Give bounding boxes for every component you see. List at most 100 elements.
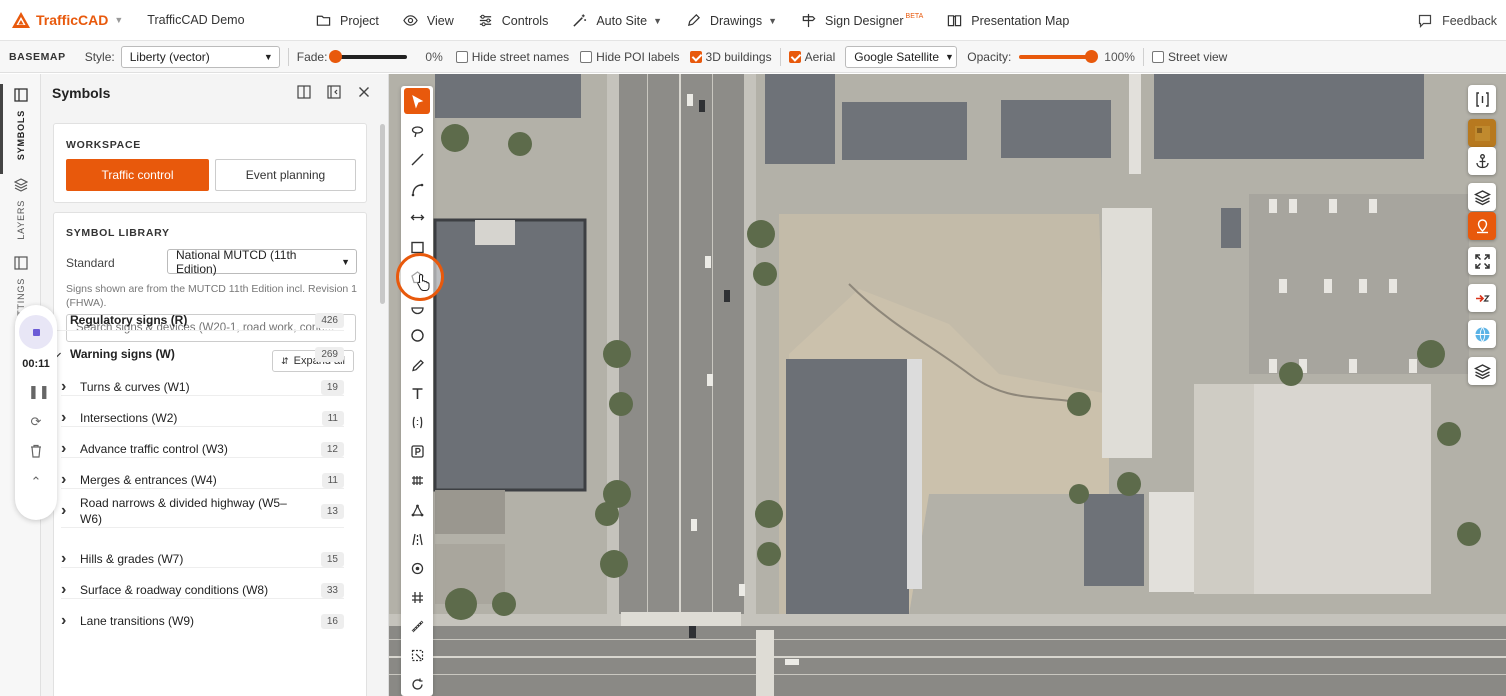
cursor-highlight [396,253,444,301]
lane-tool[interactable] [404,526,430,552]
basemap-thumbnail-button[interactable] [1468,119,1496,147]
rail-tab-layers[interactable]: LAYERS [0,178,41,240]
street-view-checkbox[interactable]: Street view [1151,50,1227,64]
trash-icon[interactable] [28,444,44,460]
opacity-slider[interactable] [1019,49,1099,63]
restart-icon[interactable]: ⟳ [28,414,44,430]
anchor-button[interactable] [1468,147,1496,175]
curve-tool[interactable] [404,176,430,202]
subcategory-row[interactable]: › Merges & entrances (W4) 11 [61,471,344,489]
checkbox-label: Hide street names [471,49,570,64]
project-name: TrafficCAD Demo [147,13,245,27]
select-icon [411,94,423,109]
workspace-traffic-control[interactable]: Traffic control [66,159,209,191]
crosswalk-tool[interactable] [404,467,430,493]
node-tool[interactable] [404,497,430,523]
checkbox-label: Hide POI labels [596,49,680,64]
chevron-down-icon: ▼ [263,51,273,62]
hash-tool[interactable] [404,584,430,610]
fit-bounds-button[interactable] [1468,85,1496,113]
fullscreen-button[interactable] [1468,247,1496,275]
chevron-right-icon: › [61,502,67,519]
aerial-checkbox[interactable]: Aerial [788,50,835,64]
library-note: Signs shown are from the MUTCD 11th Edit… [66,283,358,309]
globe-button[interactable] [1468,320,1496,348]
close-icon[interactable] [357,85,371,99]
dimension-tool[interactable] [404,204,430,230]
category-label: Hills & grades (W7) [80,552,184,566]
menu-drawings[interactable]: Drawings ▼ [686,13,777,28]
menu-label: Drawings [709,13,763,28]
style-select[interactable]: Liberty (vector) ▼ [120,45,280,68]
subcategory-row[interactable]: › Intersections (W2) 11 [61,409,344,427]
aerial-source-select[interactable]: Google Satellite ▼ [845,45,958,68]
menu-controls[interactable]: Controls [478,13,548,28]
3d-buildings-checkbox[interactable]: 3D buildings [689,50,772,64]
hide-poi-labels-checkbox[interactable]: Hide POI labels [580,49,680,64]
ruler-tool[interactable] [404,613,430,639]
line-tool[interactable] [404,146,430,172]
subcategory-row[interactable]: › Turns & curves (W1) 19 [61,378,344,396]
layers-button[interactable] [1468,183,1496,211]
main-menu: Project View Controls Auto Site ▼ Drawin… [316,0,1093,41]
area-select-tool[interactable] [404,642,430,668]
workspace-event-planning[interactable]: Event planning [215,159,356,191]
text-tool[interactable] [404,380,430,406]
parking-tool[interactable] [404,438,430,464]
brand-switcher[interactable]: TrafficCAD ▼ [11,0,123,41]
subcategory-row[interactable]: › Advance traffic control (W3) 12 [61,440,344,458]
menu-presentation-map[interactable]: Presentation Map [947,13,1069,28]
chevron-right-icon: › [61,471,67,488]
chevron-up-icon[interactable]: ⌃ [28,474,44,490]
target-tool[interactable] [404,555,430,581]
arrow-z-icon [1475,294,1490,302]
category-row[interactable]: ›Regulatory signs (R)426 [51,311,344,329]
area-select-icon [411,649,423,661]
aerial-source-value: Google Satellite [854,49,939,64]
category-row[interactable]: ⌵Warning signs (W)269 [51,346,344,362]
category-label: Lane transitions (W9) [80,614,195,628]
split-view-icon[interactable] [297,85,311,99]
map-canvas[interactable] [389,74,1506,696]
fade-slider-handle[interactable] [329,49,343,63]
pencil-tool[interactable] [404,352,430,378]
panel-scrollbar[interactable] [380,124,385,304]
checkbox-box[interactable] [455,50,468,63]
menu-view[interactable]: View [403,13,454,28]
checkbox-box[interactable] [788,50,801,63]
count-badge: 15 [320,551,344,567]
menu-sign-designer[interactable]: Sign Designer BETA [801,13,923,28]
standard-select[interactable]: National MUTCD (11th Edition) ▼ [167,248,357,276]
stop-recording-button[interactable] [19,315,53,349]
location-pin-button[interactable] [1468,212,1496,240]
wand-icon [573,14,587,27]
subcategory-row[interactable]: › Hills & grades (W7) 15 [61,550,344,568]
crosswalk-icon [411,475,423,485]
select-tool[interactable] [404,88,430,114]
brand-name: TrafficCAD [36,12,109,28]
layer-stack-button[interactable] [1468,357,1496,385]
lasso-tool[interactable] [404,118,430,144]
hide-street-names-checkbox[interactable]: Hide street names [455,49,570,64]
circle-icon [410,328,424,342]
subcategory-row[interactable]: › Surface & roadway conditions (W8) 33 [61,581,344,599]
circle-tool[interactable] [404,322,430,348]
pause-icon[interactable]: ❚❚ [28,384,50,400]
brackets-icon [1475,91,1489,107]
menu-auto-site[interactable]: Auto Site ▼ [572,13,662,28]
fade-slider[interactable] [329,49,408,63]
bracket-tool[interactable] [404,409,430,435]
subcategory-row[interactable]: › Road narrows & divided highway (W5–W6) 1… [61,494,344,528]
checkbox-box[interactable] [1151,50,1164,63]
collapse-panel-icon[interactable] [327,85,341,99]
checkbox-box[interactable] [580,50,593,63]
opacity-slider-handle[interactable] [1085,49,1099,63]
menu-project[interactable]: Project [316,13,379,28]
rotate-tool[interactable] [404,671,430,696]
feedback-button[interactable]: Feedback [1418,0,1497,41]
workspace-card: WORKSPACE Traffic control Event planning [53,123,367,203]
rail-tab-symbols[interactable]: SYMBOLS [0,88,41,160]
checkbox-box[interactable] [689,50,702,63]
subcategory-row[interactable]: › Lane transitions (W9) 16 [61,612,344,630]
direction-button[interactable] [1468,284,1496,312]
